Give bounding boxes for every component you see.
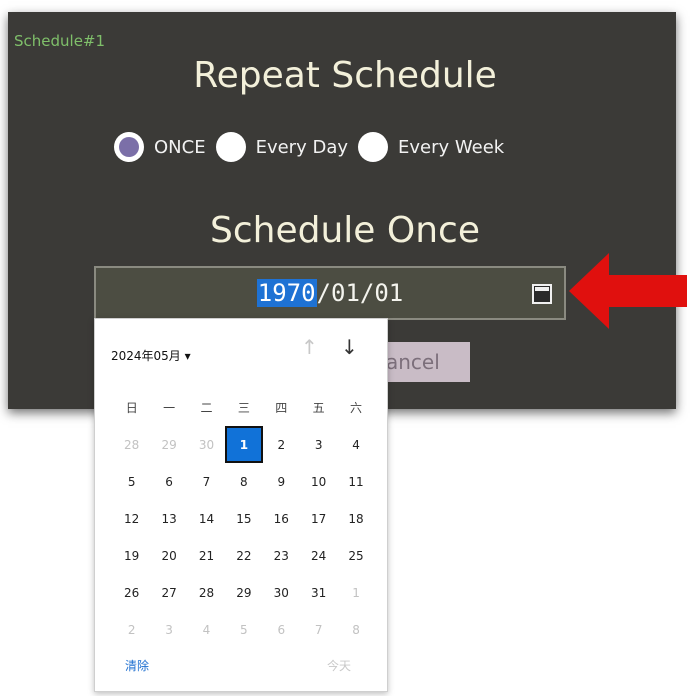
calendar-day[interactable]: 28 [113, 426, 150, 463]
calendar-day[interactable]: 12 [113, 500, 150, 537]
date-year-segment[interactable]: 1970 [256, 279, 317, 307]
today-button[interactable]: 今天 [327, 657, 351, 674]
radio-every-day-label[interactable]: Every Day [256, 137, 348, 158]
calendar-day[interactable]: 20 [150, 537, 187, 574]
date-input[interactable]: 1970/01/01 [94, 266, 566, 320]
calendar-day[interactable]: 29 [150, 426, 187, 463]
calendar-day[interactable]: 11 [337, 463, 374, 500]
calendar-day[interactable]: 9 [263, 463, 300, 500]
prev-month-arrow-icon[interactable]: ↑ [301, 335, 318, 359]
date-picker-popup: 2024年05月 ▾ ↑ ↓ 日一二三四五六 28 29 30 1 2 3 4 5 6 7 8 9 10 1… [94, 318, 388, 692]
calendar-day[interactable]: 28 [188, 574, 225, 611]
calendar-day[interactable]: 22 [225, 537, 262, 574]
radio-once[interactable] [114, 132, 144, 162]
calendar-day[interactable]: 24 [300, 537, 337, 574]
calendar-icon[interactable] [532, 284, 552, 304]
calendar-day[interactable]: 23 [263, 537, 300, 574]
calendar-day[interactable]: 7 [300, 611, 337, 648]
radio-every-week-label[interactable]: Every Week [398, 137, 504, 158]
calendar-day[interactable]: 5 [225, 611, 262, 648]
calendar-day[interactable]: 8 [225, 463, 262, 500]
calendar-day[interactable]: 1 [337, 574, 374, 611]
calendar-day[interactable]: 2 [263, 426, 300, 463]
calendar-day[interactable]: 4 [188, 611, 225, 648]
calendar-day[interactable]: 15 [225, 500, 262, 537]
weekday-header: 四 [275, 401, 288, 415]
schedule-tag: Schedule#1 [14, 32, 106, 50]
calendar-day[interactable]: 31 [300, 574, 337, 611]
calendar-day[interactable]: 10 [300, 463, 337, 500]
dialog-title: Repeat Schedule [193, 55, 497, 96]
calendar-day[interactable]: 18 [337, 500, 374, 537]
schedule-once-heading: Schedule Once [210, 210, 480, 251]
calendar-day[interactable]: 1 [225, 426, 263, 463]
weekday-header: 六 [350, 401, 363, 415]
radio-every-day[interactable] [215, 132, 246, 162]
repeat-options: ONCE Every Day Every Week [114, 130, 514, 164]
calendar-day[interactable]: 30 [263, 574, 300, 611]
month-year-selector[interactable]: 2024年05月 ▾ [111, 347, 191, 364]
date-month-day-segment[interactable]: /01/01 [317, 279, 404, 307]
calendar-day[interactable]: 5 [113, 463, 150, 500]
calendar-day[interactable]: 7 [188, 463, 225, 500]
calendar-day[interactable]: 3 [150, 611, 187, 648]
next-month-arrow-icon[interactable]: ↓ [341, 335, 358, 359]
red-arrow-icon [569, 253, 687, 329]
calendar-day[interactable]: 27 [150, 574, 187, 611]
weekday-header: 三 [237, 401, 250, 415]
calendar-day[interactable]: 26 [113, 574, 150, 611]
calendar-day[interactable]: 19 [113, 537, 150, 574]
calendar-day[interactable]: 29 [225, 574, 262, 611]
radio-once-label[interactable]: ONCE [154, 137, 206, 158]
calendar-day[interactable]: 14 [188, 500, 225, 537]
calendar-day[interactable]: 30 [188, 426, 225, 463]
calendar-day[interactable]: 25 [337, 537, 374, 574]
weekday-header: 日 [125, 401, 138, 415]
calendar-day[interactable]: 4 [337, 426, 374, 463]
calendar-grid: 日一二三四五六 28 29 30 1 2 3 4 5 6 7 8 9 10 11 12 13 14 15 16 17 18… [113, 389, 375, 648]
weekday-header: 一 [163, 401, 176, 415]
calendar-day[interactable]: 16 [263, 500, 300, 537]
weekday-header: 二 [200, 401, 213, 415]
weekday-header: 五 [312, 401, 325, 415]
calendar-day[interactable]: 3 [300, 426, 337, 463]
clear-button[interactable]: 清除 [125, 657, 149, 674]
calendar-day[interactable]: 6 [263, 611, 300, 648]
calendar-day[interactable]: 17 [300, 500, 337, 537]
calendar-day[interactable]: 13 [150, 500, 187, 537]
radio-every-week[interactable] [358, 132, 388, 162]
calendar-day[interactable]: 2 [113, 611, 150, 648]
calendar-day[interactable]: 21 [188, 537, 225, 574]
calendar-day[interactable]: 6 [150, 463, 187, 500]
cancel-button[interactable]: ancel [382, 342, 470, 382]
calendar-day[interactable]: 8 [337, 611, 374, 648]
